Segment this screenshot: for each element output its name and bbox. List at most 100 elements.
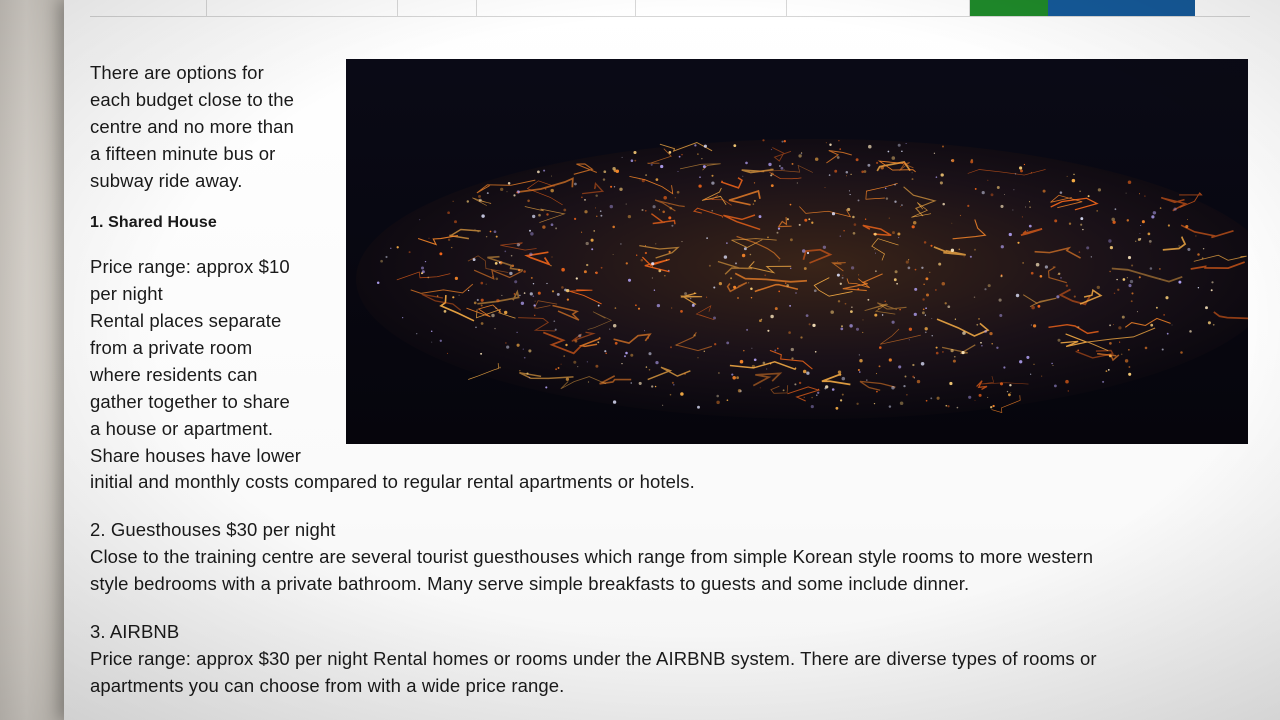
city-light-dot — [828, 174, 831, 176]
city-light-dot — [1090, 256, 1092, 258]
city-light-dot — [630, 382, 632, 384]
city-light-dot — [1140, 224, 1142, 227]
city-light-dot — [620, 243, 622, 245]
city-light-dot — [1131, 264, 1134, 267]
city-light-dot — [553, 320, 556, 323]
city-light-dot — [651, 265, 653, 267]
city-light-dot — [891, 320, 895, 324]
city-light-dot — [839, 282, 842, 285]
city-light-dot — [489, 230, 492, 233]
city-light-dot — [1036, 302, 1038, 304]
nav-item-green[interactable] — [970, 0, 1048, 16]
city-light-dot — [520, 301, 525, 305]
nav-item-6[interactable] — [787, 0, 970, 16]
nav-item-3[interactable] — [398, 0, 477, 16]
city-light-dot — [978, 393, 982, 397]
city-light-dot — [726, 242, 728, 244]
city-light-dot — [851, 306, 853, 308]
city-light-dot — [612, 324, 617, 328]
city-light-dot — [1202, 247, 1205, 250]
city-light-dot — [841, 276, 844, 279]
city-light-dot — [992, 404, 995, 408]
nav-item-4[interactable] — [477, 0, 636, 16]
city-light-dot — [1009, 383, 1012, 387]
nav-item-blue[interactable] — [1048, 0, 1195, 16]
city-light-dot — [640, 258, 644, 262]
city-light-dot — [903, 161, 905, 164]
city-light-dot — [850, 310, 853, 313]
city-light-dot — [935, 351, 939, 355]
city-light-dot — [759, 387, 761, 389]
city-light-dot — [532, 282, 535, 285]
body-line: from a private room — [90, 337, 253, 358]
city-light-dot — [950, 159, 953, 162]
city-light-dot — [1173, 207, 1177, 211]
city-light-dot — [733, 285, 737, 289]
city-light-dot — [950, 248, 955, 252]
city-light-dot — [573, 217, 577, 221]
city-light-dot — [939, 181, 943, 185]
city-light-dot — [678, 155, 681, 158]
city-light-dot — [615, 169, 620, 174]
city-light-dot — [614, 307, 617, 309]
body-line: style bedrooms with a private bathroom. … — [90, 573, 970, 594]
city-light-dot — [875, 270, 877, 273]
city-light-dot — [822, 245, 827, 249]
city-light-dot — [967, 204, 970, 207]
city-light-dot — [944, 302, 947, 305]
city-light-dot — [450, 246, 453, 249]
city-light-dot — [555, 368, 558, 371]
city-light-dot — [1130, 300, 1133, 303]
city-light-dot — [908, 327, 913, 331]
city-light-dot — [504, 250, 507, 253]
city-light-dot — [829, 143, 832, 147]
city-light-dot — [849, 194, 851, 196]
city-light-dot — [753, 199, 756, 202]
city-light-dot — [530, 276, 533, 279]
city-light-dot — [603, 170, 607, 174]
city-light-dot — [669, 393, 672, 396]
city-light-dot — [876, 390, 878, 393]
city-light-dot — [1109, 342, 1112, 345]
city-light-dot — [424, 260, 427, 263]
body-line: Rental places separate — [90, 310, 282, 331]
city-light-dot — [1171, 324, 1173, 326]
city-light-dot — [1109, 270, 1111, 273]
city-light-dot — [861, 170, 864, 174]
city-light-dot — [863, 170, 867, 173]
city-light-dot — [504, 310, 508, 315]
city-light-dot — [981, 344, 983, 347]
city-light-dot — [1131, 292, 1134, 295]
city-light-dot — [954, 318, 957, 320]
city-light-dot — [436, 295, 439, 297]
city-light-dot — [550, 188, 554, 193]
city-light-dot — [1071, 178, 1076, 183]
city-light-dot — [1159, 268, 1161, 270]
city-light-dot — [1077, 349, 1080, 352]
city-light-dot — [884, 187, 887, 190]
city-light-dot — [735, 262, 737, 265]
city-lights-image — [346, 59, 1248, 444]
city-light-dot — [1113, 292, 1116, 295]
city-light-dot — [806, 251, 810, 255]
city-light-dot — [516, 191, 518, 194]
city-light-dot — [408, 251, 411, 254]
city-light-dot — [769, 363, 772, 365]
city-light-dot — [1167, 224, 1170, 227]
city-light-dot — [610, 185, 613, 188]
city-light-dot — [711, 174, 714, 177]
city-light-dot — [968, 395, 972, 399]
nav-item-2[interactable] — [207, 0, 398, 16]
city-light-dot — [945, 404, 948, 407]
body-line: apartments you can choose from with a wi… — [90, 675, 565, 696]
city-light-dot — [542, 225, 546, 229]
city-light-dot — [491, 276, 494, 278]
city-light-dot — [786, 284, 790, 287]
city-light-dot — [652, 205, 656, 209]
city-light-dot — [581, 231, 583, 233]
city-light-dot — [723, 255, 728, 259]
nav-item-1[interactable] — [90, 0, 207, 16]
city-light-dot — [583, 270, 587, 274]
nav-item-5[interactable] — [636, 0, 787, 16]
city-light-dot — [1026, 355, 1030, 359]
